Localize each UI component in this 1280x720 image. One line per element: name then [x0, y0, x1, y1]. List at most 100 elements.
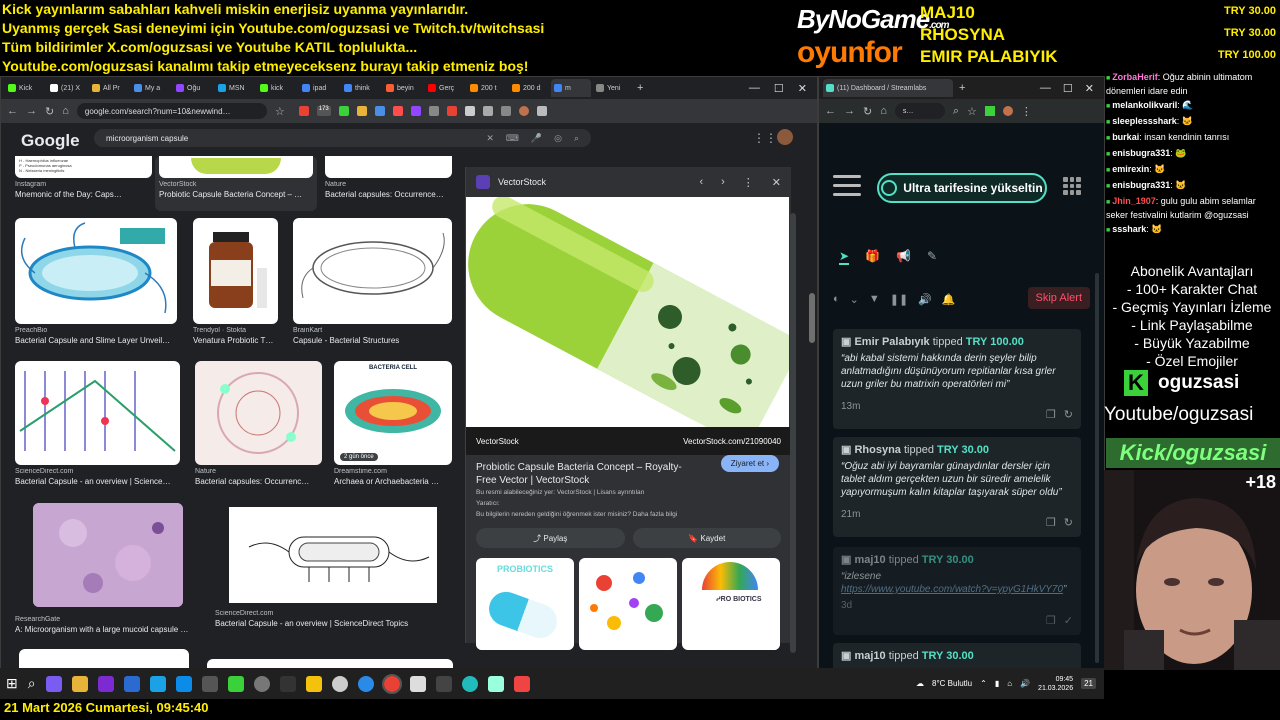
- menu-icon[interactable]: ⋮: [1021, 105, 1032, 118]
- tip-link[interactable]: https://www.youtube.com/watch?v=ypyG1HkV…: [841, 584, 1063, 595]
- app-icon[interactable]: [487, 675, 504, 692]
- star-icon[interactable]: ☆: [967, 105, 977, 118]
- save-button[interactable]: 🔖 Kaydet: [632, 528, 781, 548]
- puzzle-icon[interactable]: [464, 106, 475, 116]
- prev-icon[interactable]: ‹: [699, 176, 703, 189]
- app-icon[interactable]: [227, 675, 244, 692]
- image-result[interactable]: PreachBio Bacterial Capsule and Slime La…: [15, 218, 177, 345]
- minimize-icon[interactable]: —: [749, 82, 760, 95]
- new-tab-icon[interactable]: +: [637, 82, 643, 94]
- related-image[interactable]: [579, 558, 677, 650]
- send-icon[interactable]: ➤: [839, 249, 850, 265]
- image-result[interactable]: H - Haemophilus influenzae P - Pseudomona…: [15, 156, 152, 199]
- image-result[interactable]: ScienceDirect.com Bacterial Capsule - an…: [215, 503, 451, 628]
- check-icon[interactable]: ✓: [1064, 614, 1073, 627]
- app-icon[interactable]: [513, 675, 530, 692]
- home-icon[interactable]: ⌂: [880, 105, 887, 117]
- share-button[interactable]: ⤴ Paylaş: [476, 528, 625, 548]
- account-avatar[interactable]: [777, 129, 793, 145]
- image-result-selected[interactable]: VectorStock Probiotic Capsule Bacteria C…: [155, 156, 317, 211]
- info-note[interactable]: Bu bilgilerin nereden geldiğini öğrenmek…: [466, 509, 791, 520]
- apps-icon[interactable]: ⋮⋮: [753, 131, 777, 145]
- folder-icon[interactable]: [71, 675, 88, 692]
- close-icon[interactable]: ✕: [1085, 82, 1094, 95]
- back-icon[interactable]: ←: [7, 105, 18, 117]
- address-bar[interactable]: s…: [894, 103, 945, 119]
- image-result[interactable]: BACTERIA CELL 2 gün önce Dreamstime.com …: [334, 361, 452, 486]
- apps-grid-icon[interactable]: [1063, 177, 1081, 195]
- hamburger-menu-icon[interactable]: [833, 175, 861, 202]
- copy-icon[interactable]: ❐: [1046, 516, 1056, 529]
- menu-icon[interactable]: [536, 106, 547, 116]
- browser-tab[interactable]: ipad: [299, 79, 339, 97]
- extension-icon[interactable]: [392, 106, 403, 116]
- copy-icon[interactable]: ❐: [1046, 408, 1056, 421]
- image-result[interactable]: Nature Bacterial capsules: Occurrenc…: [195, 361, 322, 486]
- replay-icon[interactable]: ↻: [1064, 516, 1073, 529]
- notification-badge[interactable]: 21: [1081, 678, 1096, 689]
- search-input[interactable]: microorganism capsule ✕ ⌨ 🎤 ◎ ⌕: [94, 129, 591, 147]
- app-icon[interactable]: [357, 675, 374, 692]
- mic-icon[interactable]: 🎤: [531, 133, 542, 144]
- maximize-icon[interactable]: ☐: [1063, 82, 1073, 95]
- filter-icon[interactable]: ▼: [869, 293, 880, 306]
- close-icon[interactable]: ✕: [798, 82, 807, 95]
- page-scrollbar[interactable]: [809, 293, 815, 343]
- onenote-icon[interactable]: [97, 675, 114, 692]
- start-icon[interactable]: ⊞: [6, 675, 18, 692]
- visit-button[interactable]: Ziyaret et ›: [720, 455, 779, 472]
- browser-tab[interactable]: think: [341, 79, 381, 97]
- extension-icon[interactable]: [338, 106, 349, 116]
- more-icon[interactable]: ⋮: [743, 176, 754, 189]
- volume-icon[interactable]: 🔊: [918, 293, 932, 306]
- app-icon[interactable]: [461, 675, 478, 692]
- pause-icon[interactable]: ❚❚: [890, 293, 908, 306]
- browser-tab[interactable]: 200 t: [467, 79, 507, 97]
- reload-icon[interactable]: ↻: [45, 105, 54, 118]
- mail-icon[interactable]: [123, 675, 140, 692]
- music-icon[interactable]: [435, 675, 452, 692]
- weather-icon[interactable]: ☁: [916, 679, 924, 688]
- browser-tab[interactable]: (21) X: [47, 79, 87, 97]
- skip-alert-button[interactable]: Skip Alert: [1027, 287, 1090, 309]
- camera-icon[interactable]: [201, 675, 218, 692]
- app-icon[interactable]: [175, 675, 192, 692]
- extension-icon[interactable]: [374, 106, 385, 116]
- maximize-icon[interactable]: ☐: [774, 82, 784, 95]
- browser-tab[interactable]: Gerç: [425, 79, 465, 97]
- image-result-caption[interactable]: ResearchGate A: Microorganism with a lar…: [15, 613, 188, 634]
- volume-icon[interactable]: 🔊: [1020, 679, 1030, 688]
- upgrade-ultra-button[interactable]: Ultra tarifesine yükseltin: [877, 173, 1047, 203]
- extension-icon[interactable]: [446, 106, 457, 116]
- obs-icon[interactable]: [253, 675, 270, 692]
- forward-icon[interactable]: →: [26, 105, 37, 117]
- forward-icon[interactable]: →: [844, 105, 855, 117]
- app-icon[interactable]: [45, 675, 62, 692]
- close-preview-icon[interactable]: ✕: [772, 176, 781, 189]
- extension-icon[interactable]: [984, 106, 995, 116]
- browser-tab[interactable]: kick: [257, 79, 297, 97]
- history-icon[interactable]: [482, 106, 493, 116]
- preview-site[interactable]: VectorStock: [498, 177, 546, 187]
- zoom-icon[interactable]: ⌕: [953, 105, 959, 118]
- preview-title[interactable]: Probiotic Capsule Bacteria Concept – Roy…: [466, 455, 696, 487]
- extension-icon[interactable]: [356, 106, 367, 116]
- chrome-icon[interactable]: [381, 673, 402, 694]
- clock[interactable]: 09:45 21.03.2026: [1038, 675, 1073, 693]
- browser-tab[interactable]: beyin: [383, 79, 423, 97]
- weather-text[interactable]: 8°C Bulutlu: [932, 679, 972, 688]
- pen-icon[interactable]: ✎: [927, 249, 937, 265]
- search-icon[interactable]: ⌕: [28, 675, 36, 692]
- gift-icon[interactable]: 🎁: [865, 249, 880, 265]
- app-icon[interactable]: [409, 675, 426, 692]
- image-result[interactable]: Nature Bacterial capsules: Occurrence…: [325, 156, 452, 199]
- new-tab-icon[interactable]: +: [959, 82, 965, 94]
- image-result[interactable]: Trendyol · Stokta Venatura Probiotic T…: [193, 218, 278, 345]
- extension-icon[interactable]: [298, 106, 309, 116]
- preview-image[interactable]: [466, 197, 789, 427]
- star-icon[interactable]: ☆: [275, 105, 285, 118]
- dashboard-scrollbar[interactable]: [1095, 273, 1099, 663]
- edge-icon[interactable]: [149, 675, 166, 692]
- preview-scrollbar[interactable]: [790, 213, 796, 653]
- replay-icon[interactable]: ↻: [1064, 408, 1073, 421]
